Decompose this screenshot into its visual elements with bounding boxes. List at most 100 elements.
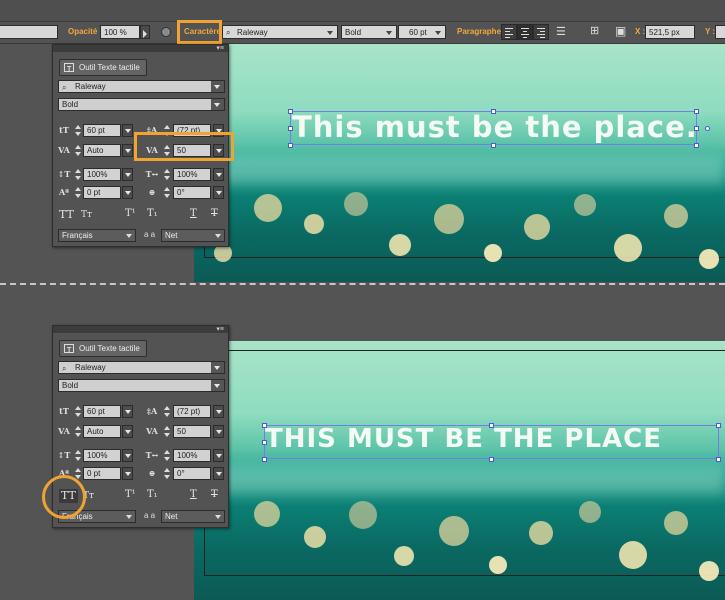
baseline-shift-dropdown[interactable] [122, 186, 133, 199]
baseline-shift-stepper[interactable] [74, 186, 82, 199]
superscript-icon[interactable]: T¹ [125, 489, 136, 503]
font-family-dropdown[interactable] [211, 362, 224, 373]
font-style-field[interactable]: Bold [58, 379, 225, 392]
bokeh [434, 204, 464, 234]
kerning-icon: VA [58, 145, 70, 155]
antialias-select[interactable]: Net [161, 510, 225, 523]
vertical-scale-field[interactable]: 100% [83, 449, 121, 462]
vertical-scale-field[interactable]: 100% [83, 168, 121, 181]
rotation-field[interactable]: 0° [173, 467, 211, 480]
kerning-stepper[interactable] [74, 144, 82, 157]
control-font-style[interactable]: Bold [341, 25, 397, 39]
underline-icon[interactable]: T [190, 208, 197, 222]
font-family-field[interactable]: ⌕ Raleway [58, 361, 225, 374]
rotation-icon: ⊕ [148, 187, 156, 197]
subscript-icon[interactable]: T₁ [147, 208, 158, 222]
kerning-dropdown[interactable] [122, 425, 133, 438]
small-caps-icon[interactable]: Tᴛ [81, 210, 92, 224]
leading-dropdown[interactable] [213, 405, 224, 418]
selection-handle[interactable] [716, 457, 721, 462]
all-caps-icon[interactable]: TT [59, 208, 74, 222]
kerning-dropdown[interactable] [122, 144, 133, 157]
options-icon[interactable]: ☰ [556, 25, 566, 38]
touch-type-tool-button[interactable]: Outil Texte tactile [59, 340, 147, 358]
opacity-field[interactable]: 100 % [100, 25, 140, 39]
stroke-field[interactable] [0, 25, 58, 39]
font-style-dropdown[interactable] [211, 99, 224, 110]
align-icon[interactable]: ⊞ [590, 24, 599, 37]
headline-top[interactable]: This must be the place. [292, 110, 698, 144]
subscript-icon[interactable]: T₁ [147, 489, 158, 503]
transform-icon[interactable]: ▣ [615, 24, 626, 38]
recolor-icon[interactable] [161, 27, 171, 37]
touch-type-tool-button[interactable]: Outil Texte tactile [59, 59, 147, 77]
selection-handle[interactable] [716, 423, 721, 428]
rotation-dropdown[interactable] [213, 467, 224, 480]
kerning-field[interactable]: Auto [83, 144, 121, 157]
artboard-frame [204, 350, 725, 576]
paragraph-label[interactable]: Paragraphe : [457, 25, 506, 39]
horizontal-scale-field[interactable]: 100% [173, 449, 211, 462]
rotation-stepper[interactable] [163, 186, 171, 199]
language-select[interactable]: Français [58, 229, 136, 242]
vertical-scale-dropdown[interactable] [122, 168, 133, 181]
kerning-field[interactable]: Auto [83, 425, 121, 438]
rotation-dropdown[interactable] [213, 186, 224, 199]
underline-icon[interactable]: T [190, 489, 197, 503]
y-field[interactable] [715, 25, 725, 39]
panel-titlebar[interactable]: ▾≡ [53, 326, 228, 333]
font-size-field[interactable]: 60 pt [83, 405, 121, 418]
vertical-scale-stepper[interactable] [74, 449, 82, 462]
horizontal-scale-stepper[interactable] [163, 449, 171, 462]
font-style-dropdown[interactable] [211, 380, 224, 391]
rotation-field[interactable]: 0° [173, 186, 211, 199]
font-family-field[interactable]: ⌕ Raleway [58, 80, 225, 93]
antialias-select[interactable]: Net [161, 229, 225, 242]
font-size-stepper[interactable] [74, 124, 82, 137]
headline-bottom[interactable]: THIS MUST BE THE PLACE [265, 424, 662, 454]
align-right-button[interactable] [533, 24, 549, 40]
horizontal-scale-dropdown[interactable] [213, 168, 224, 181]
horizontal-scale-dropdown[interactable] [213, 449, 224, 462]
leading-stepper[interactable] [163, 405, 171, 418]
font-size-dropdown[interactable] [122, 405, 133, 418]
dashed-divider [0, 283, 725, 285]
vertical-scale-stepper[interactable] [74, 168, 82, 181]
panel-menu-icon[interactable]: ▾≡ [216, 325, 224, 333]
font-size-dropdown[interactable] [122, 124, 133, 137]
panel-menu-icon[interactable]: ▾≡ [216, 44, 224, 52]
font-size-icon: tT [59, 406, 69, 416]
rotate-handle[interactable] [705, 126, 710, 131]
baseline-shift-field[interactable]: 0 pt [83, 467, 121, 480]
selection-handle[interactable] [262, 457, 267, 462]
x-label: X : [635, 27, 646, 36]
panel-titlebar[interactable]: ▾≡ [53, 45, 228, 52]
font-size-stepper[interactable] [74, 405, 82, 418]
superscript-icon[interactable]: T¹ [125, 208, 136, 222]
font-family-dropdown[interactable] [211, 81, 224, 92]
strikethrough-icon[interactable]: T [211, 208, 218, 222]
selection-handle[interactable] [489, 457, 494, 462]
tracking-dropdown[interactable] [213, 425, 224, 438]
opacity-arrow-button[interactable] [140, 25, 150, 39]
leading-field[interactable]: (72 pt) [173, 405, 211, 418]
align-left-button[interactable] [501, 24, 517, 40]
baseline-shift-field[interactable]: 0 pt [83, 186, 121, 199]
horizontal-scale-stepper[interactable] [163, 168, 171, 181]
x-field[interactable]: 521,5 px [645, 25, 695, 39]
baseline-shift-dropdown[interactable] [122, 467, 133, 480]
touch-type-icon [64, 62, 74, 77]
rotation-stepper[interactable] [163, 467, 171, 480]
font-size-field[interactable]: 60 pt [83, 124, 121, 137]
touch-type-icon [64, 343, 74, 358]
vertical-scale-dropdown[interactable] [122, 449, 133, 462]
tracking-stepper[interactable] [163, 425, 171, 438]
horizontal-scale-field[interactable]: 100% [173, 168, 211, 181]
strikethrough-icon[interactable]: T [211, 489, 218, 503]
control-font-family[interactable]: ⌕ Raleway [222, 25, 338, 39]
kerning-stepper[interactable] [74, 425, 82, 438]
align-center-button[interactable] [517, 24, 533, 40]
font-style-field[interactable]: Bold [58, 98, 225, 111]
tracking-field[interactable]: 50 [173, 425, 211, 438]
control-font-size[interactable]: 60 pt [398, 25, 446, 39]
